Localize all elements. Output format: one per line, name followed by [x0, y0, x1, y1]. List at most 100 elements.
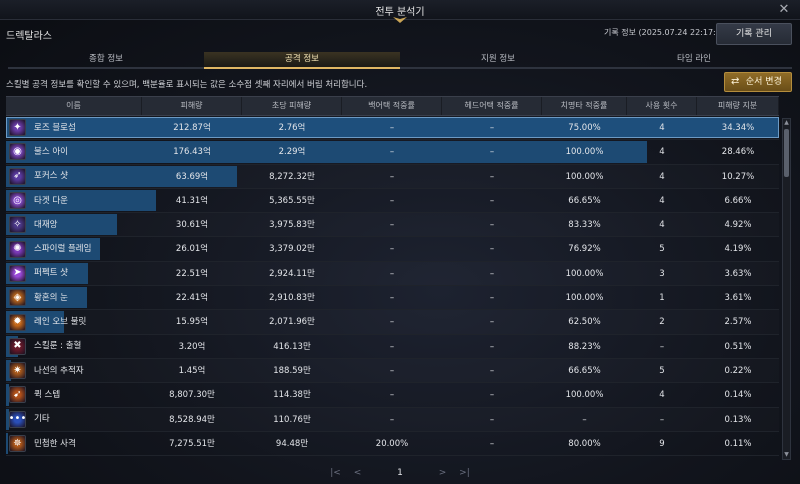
cell-dps: 94.48만: [275, 438, 309, 449]
table-row[interactable]: ✺ 스파이럴 플레임 26.01억 3,379.02만 – – 76.92% 5 4.19%: [6, 237, 779, 262]
skill-name-cell: ➶ 포커스 샷: [6, 165, 142, 188]
table-row[interactable]: ➶ 포커스 샷 63.69억 8,272.32만 – – 100.00% 4 10.27%: [6, 165, 779, 189]
skill-name: 스킬룬 : 출혈: [34, 341, 82, 352]
skill-name-cell: ◉ 불스 아이: [6, 140, 142, 163]
cell-dps: 5,365.55만: [269, 195, 315, 206]
skill-name: 퍼펙트 샷: [34, 268, 68, 279]
skill-name: 황혼의 눈: [34, 292, 68, 303]
cell-crit: 62.50%: [568, 317, 601, 328]
cell-share: 0.22%: [724, 365, 752, 376]
cell-dps: 110.76만: [273, 414, 311, 425]
table-row[interactable]: ◈ 황혼의 눈 22.41억 2,910.83만 – – 100.00% 1 3.61%: [6, 286, 779, 311]
table-row[interactable]: ➤ 퍼펙트 샷 22.51억 2,924.11만 – – 100.00% 3 3.63%: [6, 262, 779, 287]
cell-damage: 15.95억: [175, 317, 209, 328]
cell-share: 2.57%: [724, 317, 752, 328]
table-header: 이름 피해량 초당 피해량 백어택 적중률 헤드어택 적중률 치명타 적중률 사용 횟수 피해…: [6, 96, 779, 116]
cell-share: 0.14%: [724, 390, 752, 401]
column-header[interactable]: 피해량 지분: [697, 97, 779, 115]
cell-back: –: [389, 171, 395, 182]
table-row[interactable]: ✷ 나선의 추적자 1.45억 188.59만 – – 66.65% 5 0.22%: [6, 359, 779, 384]
skill-name-cell: ✖ 스킬룬 : 출혈: [6, 335, 142, 358]
cell-dps: 2,910.83만: [269, 293, 315, 304]
cell-uses: 2: [659, 317, 665, 328]
cell-damage: 8,807.30만: [169, 390, 215, 401]
table-row[interactable]: ✵ 민첩한 사격 7,275.51만 94.48만 20.00% – 80.00% 9 0.11…: [6, 432, 779, 457]
cell-damage: 8,528.94만: [169, 414, 215, 425]
cell-head: –: [489, 220, 495, 231]
column-header[interactable]: 치명타 적중률: [542, 97, 627, 115]
skill-name-cell: ◎ 타겟 다운: [6, 189, 142, 212]
cell-damage: 1.45억: [178, 365, 206, 376]
last-page-icon[interactable]: >|: [459, 468, 470, 478]
cell-damage: 22.41억: [175, 293, 209, 304]
cell-dps: 114.38만: [273, 390, 311, 401]
table-row[interactable]: ✹ 레인 오브 불릿 15.95억 2,071.96만 – – 62.50% 2 2.57%: [6, 310, 779, 335]
notice-text: 스킬별 공격 정보를 확인할 수 있으며, 백분율로 표시되는 값은 소수점 셋…: [6, 80, 368, 90]
cell-dps: 3,975.83만: [269, 220, 315, 231]
skill-name-cell: ➤ 퍼펙트 샷: [6, 262, 142, 285]
scroll-thumb[interactable]: [784, 129, 789, 177]
cell-share: 10.27%: [721, 171, 755, 182]
cell-share: 0.13%: [724, 414, 752, 425]
table-row[interactable]: ◉ 불스 아이 176.43억 2.29억 – – 100.00% 4 28.46%: [6, 140, 779, 165]
column-header[interactable]: 초당 피해량: [242, 97, 342, 115]
column-header[interactable]: 사용 횟수: [627, 97, 697, 115]
close-icon[interactable]: ✕: [776, 2, 792, 18]
table-row[interactable]: ✦ 로즈 블로섬 212.87억 2.76억 – – 75.00% 4 34.34%: [6, 116, 779, 141]
cell-dps: 2.29억: [278, 147, 306, 158]
record-manage-button[interactable]: 기록 관리: [716, 23, 792, 45]
table-row[interactable]: ◎ 타겟 다운 41.31억 5,365.55만 – – 66.65% 4 6.66%: [6, 189, 779, 214]
cell-crit: 80.00%: [568, 438, 601, 449]
tab-2[interactable]: 공격 정보: [204, 52, 400, 69]
skill-name: 포커스 샷: [34, 171, 68, 182]
cell-share: 4.19%: [724, 244, 752, 255]
skill-icon: ◎: [9, 192, 26, 210]
cell-crit: 100.00%: [565, 390, 604, 401]
column-header[interactable]: 이름: [6, 97, 142, 115]
tab-4[interactable]: 타임 라인: [596, 52, 792, 69]
tab-1[interactable]: 종합 정보: [8, 52, 204, 69]
cell-share: 0.11%: [724, 438, 752, 449]
column-header[interactable]: 피해량: [142, 97, 242, 115]
skill-name: 퀵 스텝: [34, 389, 61, 400]
change-order-button[interactable]: ⇄ 순서 변경: [724, 72, 792, 92]
column-header[interactable]: 헤드어택 적중률: [442, 97, 542, 115]
skill-icon: ➤: [9, 264, 26, 282]
cell-head: –: [489, 123, 495, 133]
cell-damage: 41.31억: [175, 195, 209, 206]
prev-page-icon[interactable]: <: [354, 468, 362, 478]
scrollbar[interactable]: ▲ ▼: [782, 118, 791, 460]
cell-crit: 100.00%: [565, 293, 604, 304]
table-row[interactable]: ✖ 스킬룬 : 출혈 3.20억 416.13만 – – 88.23% – 0.51%: [6, 335, 779, 359]
cell-crit: 75.00%: [568, 123, 601, 133]
tab-bar: 종합 정보 공격 정보 지원 정보 타임 라인: [8, 52, 792, 69]
cell-share: 3.61%: [724, 293, 752, 304]
cell-head: –: [489, 438, 495, 449]
cell-head: –: [489, 365, 495, 376]
cell-head: –: [489, 341, 495, 352]
cell-back: –: [389, 244, 395, 255]
next-page-icon[interactable]: >: [439, 468, 447, 478]
skill-name-cell: ✵ 민첩한 사격: [6, 432, 142, 455]
table-row[interactable]: ✧ 대재앙 30.61억 3,975.83만 – – 83.33% 4 4.92%: [6, 213, 779, 238]
column-header[interactable]: 백어택 적중률: [342, 97, 442, 115]
record-info: 기록 정보 (2025.07.24 22:17:08): [604, 28, 730, 37]
tab-3[interactable]: 지원 정보: [400, 52, 596, 69]
first-page-icon[interactable]: |<: [330, 468, 341, 478]
scroll-up-icon[interactable]: ▲: [783, 119, 790, 127]
title-ornament-icon: [393, 17, 407, 23]
cell-uses: 4: [659, 390, 665, 401]
table-row[interactable]: ••• 기타 8,528.94만 110.76만 – – – – 0.13%: [6, 408, 779, 432]
skill-icon: ◉: [9, 143, 26, 161]
table-body: ✦ 로즈 블로섬 212.87억 2.76억 – – 75.00% 4 34.34% ◉ 불스 아이…: [6, 116, 779, 457]
cell-head: –: [489, 195, 495, 206]
skill-name: 대재앙: [34, 219, 58, 230]
scroll-down-icon[interactable]: ▼: [783, 451, 790, 459]
cell-head: –: [489, 147, 495, 158]
skill-name: 기타: [34, 414, 50, 425]
table-row[interactable]: ➹ 퀵 스텝 8,807.30만 114.38만 – – 100.00% 4 0.14%: [6, 383, 779, 408]
cell-dps: 3,379.02만: [269, 244, 315, 255]
cell-uses: 4: [659, 220, 665, 231]
skill-name-cell: ➹ 퀵 스텝: [6, 383, 142, 406]
cell-back: 20.00%: [375, 438, 409, 449]
